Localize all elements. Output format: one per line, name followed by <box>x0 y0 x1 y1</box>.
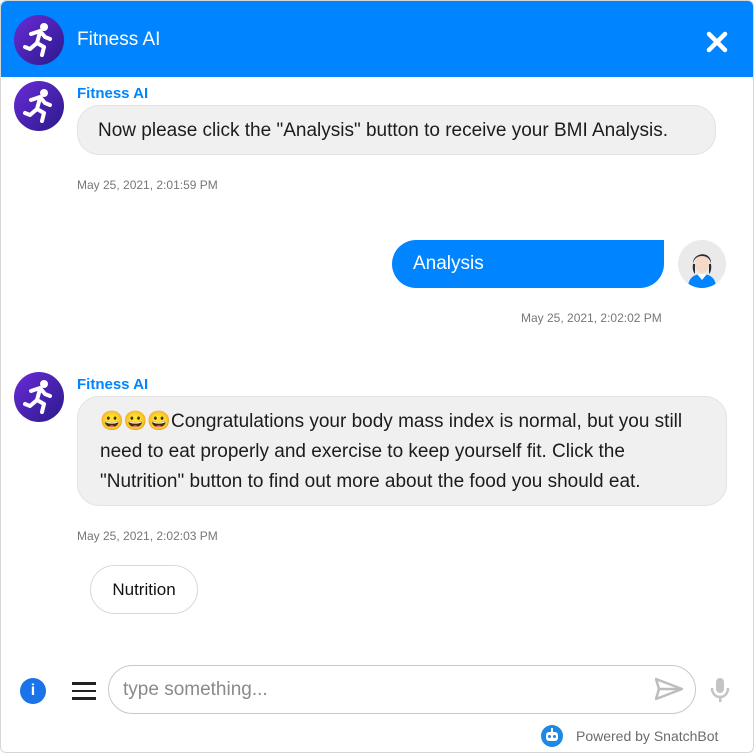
bot-avatar-icon <box>14 81 64 131</box>
microphone-icon[interactable] <box>710 677 730 703</box>
message-input-container <box>108 665 696 714</box>
snatchbot-logo-icon <box>541 725 563 747</box>
bot-name: Fitness AI <box>77 85 149 102</box>
quick-reply-nutrition[interactable]: Nutrition <box>90 565 198 614</box>
bot-name: Fitness AI <box>77 376 149 393</box>
message-timestamp: May 25, 2021, 2:01:59 PM <box>77 178 218 192</box>
chat-widget: Fitness AI Fitness AI Now please click t… <box>0 0 754 753</box>
bot-message-text: Congratulations your body mass index is … <box>100 411 683 492</box>
info-icon[interactable]: i <box>20 678 46 704</box>
grinning-face-icon: 😀😀😀 <box>100 411 171 432</box>
menu-icon[interactable] <box>72 682 96 700</box>
user-message-bubble: Analysis <box>392 240 664 288</box>
bot-avatar-icon <box>14 372 64 422</box>
chat-title: Fitness AI <box>77 29 161 50</box>
chat-header: Fitness AI <box>1 1 753 77</box>
powered-by-label[interactable]: Powered by SnatchBot <box>576 728 718 744</box>
message-timestamp: May 25, 2021, 2:02:02 PM <box>521 311 662 325</box>
bot-message-bubble: Now please click the "Analysis" button t… <box>77 105 716 155</box>
bot-message-bubble: 😀😀😀Congratulations your body mass index … <box>77 396 727 506</box>
runner-avatar-icon <box>14 15 64 65</box>
message-input[interactable] <box>123 677 643 703</box>
user-avatar-icon <box>678 240 726 288</box>
send-icon[interactable] <box>655 677 683 701</box>
message-timestamp: May 25, 2021, 2:02:03 PM <box>77 529 218 543</box>
close-icon[interactable] <box>705 30 729 54</box>
